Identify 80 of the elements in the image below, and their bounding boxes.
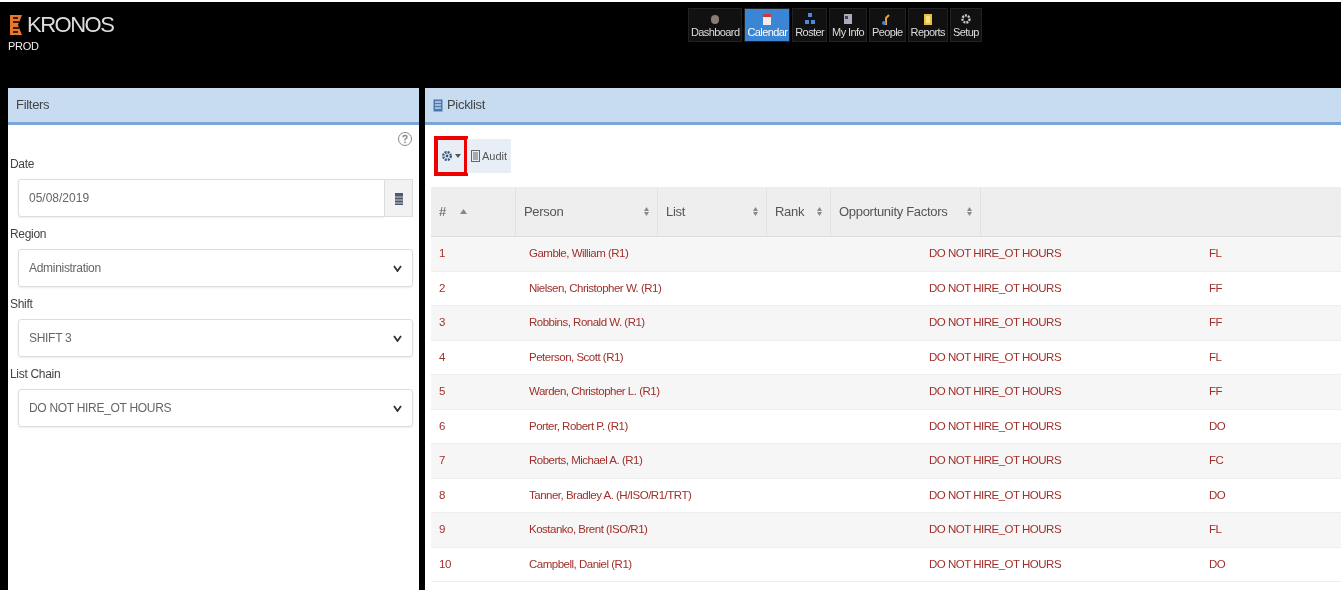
table-cell-text: 1: [438, 246, 446, 262]
table-cell-text: DO: [1208, 556, 1227, 572]
table-cell-text: DO NOT HIRE_OT HOURS: [928, 280, 1063, 296]
table-cell-text: FF: [1208, 384, 1224, 400]
nav-tab[interactable]: Dashboard: [688, 8, 743, 42]
nav-tab[interactable]: Reports: [907, 8, 948, 42]
logo-icon: [8, 12, 24, 38]
table-cell-text: DO NOT HIRE_OT HOURS: [928, 556, 1063, 572]
table-cell-text: FF: [1208, 280, 1224, 296]
panel-title: Filters: [16, 96, 50, 115]
caret-icon: [455, 154, 461, 158]
table-cell-text: 10: [438, 556, 452, 572]
org-chart-icon: [802, 12, 817, 26]
table-cell-text: DO NOT HIRE_OT HOURS: [928, 246, 1063, 262]
table-cell-text: DO: [1208, 418, 1227, 434]
table-cell-text: Tanner, Bradley A. (H/ISO/R1/TRT): [528, 487, 693, 503]
table-cell-text: Roberts, Michael A. (R1): [528, 453, 644, 469]
gear-icon: [958, 12, 973, 26]
column-header[interactable]: Opportunity Factors: [831, 187, 981, 236]
table-cell-text: 7: [438, 453, 446, 469]
calendar-icon: [394, 191, 403, 205]
column-header[interactable]: List: [658, 187, 767, 236]
list-icon: [433, 98, 443, 112]
table-cell-text: FF: [1208, 315, 1224, 331]
field-label: Date: [10, 156, 36, 173]
calendar-button[interactable]: [385, 179, 413, 217]
gear-icon: [441, 150, 453, 162]
table-cell-text: FL: [1208, 246, 1223, 262]
table-cell-text: 4: [438, 349, 446, 365]
table-cell-text: Peterson, Scott (R1): [528, 349, 625, 365]
environment-label: PROD: [8, 39, 40, 54]
dropdown-field[interactable]: DO NOT HIRE_OT HOURS: [18, 389, 413, 427]
column-header[interactable]: #: [431, 187, 516, 236]
field-label: Region: [10, 226, 48, 243]
nav-tab[interactable]: Calendar: [744, 8, 791, 42]
column-header[interactable]: Rank: [767, 187, 831, 236]
chevron-down-icon: [393, 264, 402, 272]
table-cell-text: 6: [438, 418, 446, 434]
table-cell-text: DO NOT HIRE_OT HOURS: [928, 522, 1063, 538]
table-cell-text: Robbins, Ronald W. (R1): [528, 315, 646, 331]
table-cell-text: 9: [438, 522, 446, 538]
nav-tab[interactable]: Setup: [949, 8, 982, 42]
column-header[interactable]: Person: [516, 187, 658, 236]
table-cell-text: DO NOT HIRE_OT HOURS: [928, 349, 1063, 365]
table-cell-text: Nielsen, Christopher W. (R1): [528, 280, 663, 296]
table-cell-text: DO: [1208, 487, 1227, 503]
field-label: List Chain: [10, 366, 62, 383]
chevron-down-icon: [393, 334, 402, 342]
date-field[interactable]: 05/08/2019: [18, 179, 385, 217]
table-cell-text: 8: [438, 487, 446, 503]
table-cell-text: 2: [438, 280, 446, 296]
table-cell-text: FC: [1208, 453, 1225, 469]
table-cell-text: Campbell, Daniel (R1): [528, 556, 633, 572]
table-cell-text: DO NOT HIRE_OT HOURS: [928, 418, 1063, 434]
table-cell-text: DO NOT HIRE_OT HOURS: [928, 384, 1063, 400]
document-icon: [471, 150, 480, 162]
table-cell-text: FL: [1208, 522, 1223, 538]
chevron-down-icon: [393, 404, 402, 412]
nav-tab[interactable]: People: [868, 8, 906, 42]
table-cell-text: DO NOT HIRE_OT HOURS: [928, 487, 1063, 503]
settings-button[interactable]: [437, 139, 465, 173]
nav-tab[interactable]: My Info: [829, 8, 867, 42]
logo-text: KRONOS: [27, 12, 114, 38]
table-cell-text: Gamble, William (R1): [528, 246, 630, 262]
table-cell-text: FL: [1208, 349, 1223, 365]
dropdown-field[interactable]: SHIFT 3: [18, 319, 413, 357]
table-cell-text: Kostanko, Brent (ISO/R1): [528, 522, 649, 538]
table-cell-text: DO NOT HIRE_OT HOURS: [928, 453, 1063, 469]
table-cell-text: Porter, Robert P. (R1): [528, 418, 629, 434]
help-icon[interactable]: [397, 131, 413, 147]
id-card-icon: [841, 12, 855, 26]
table-cell-text: DO NOT HIRE_OT HOURS: [928, 315, 1063, 331]
audit-button[interactable]: Audit: [467, 139, 512, 173]
table-cell-text: 5: [438, 384, 446, 400]
table-cell-text: Warden, Christopher L. (R1): [528, 384, 661, 400]
table-cell-text: 3: [438, 315, 446, 331]
panel-title: Picklist: [447, 96, 486, 115]
field-label: Shift: [10, 296, 34, 313]
dropdown-field[interactable]: Administration: [18, 249, 413, 287]
nav-tab[interactable]: Roster: [792, 8, 828, 42]
